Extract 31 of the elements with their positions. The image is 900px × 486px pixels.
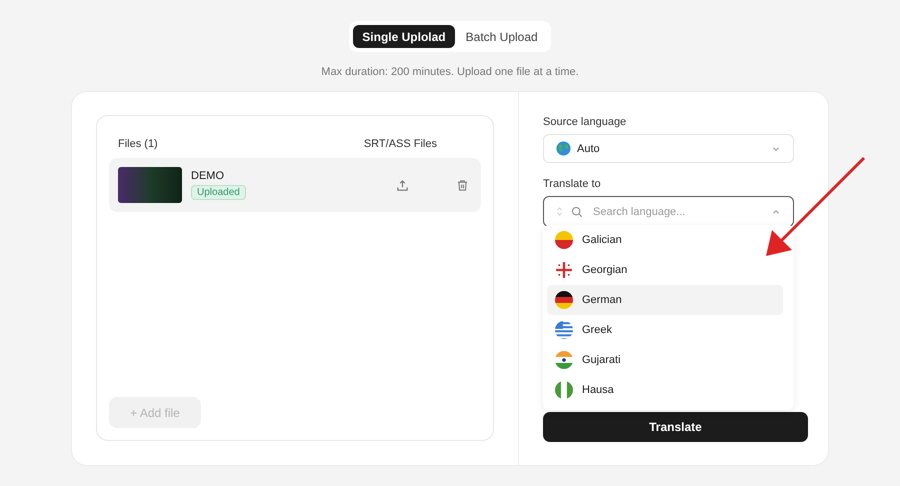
file-name: DEMO (191, 170, 225, 182)
language-option[interactable]: Galician (547, 225, 636, 255)
flag-icon (555, 351, 573, 369)
upload-mode-tab[interactable]: Batch Upload (456, 25, 547, 48)
status-badge: Uploaded (191, 185, 246, 200)
language-option[interactable]: Hausa (547, 375, 628, 405)
flag-icon (555, 261, 573, 279)
search-icon (571, 206, 583, 218)
field-label: Translate to (543, 178, 602, 190)
sort-icon (556, 206, 563, 217)
language-option[interactable]: German (547, 285, 783, 315)
flag-icon (555, 291, 573, 309)
flag-icon (555, 381, 573, 399)
upload-mode-tab[interactable]: Single Uplolad (353, 25, 455, 48)
video-thumbnail-placeholder (118, 167, 182, 203)
files-header: Files (1) (118, 138, 158, 150)
flag-icon (555, 231, 573, 249)
selected-language: Auto (577, 142, 601, 154)
language-option[interactable]: Gujarati (547, 345, 635, 375)
upload-icon[interactable] (396, 178, 409, 192)
language-option[interactable]: Greek (547, 315, 626, 345)
flag-icon (555, 321, 573, 339)
trash-icon[interactable] (456, 178, 469, 192)
globe-icon (556, 141, 571, 156)
upload-hint: Max duration: 200 minutes. Upload one file at a time. (321, 66, 579, 78)
language-search-field[interactable]: Search language... (543, 196, 794, 227)
subtitle-files-header: SRT/ASS Files (364, 138, 437, 150)
translate-button[interactable]: Translate (543, 412, 808, 442)
language-option[interactable]: Georgian (547, 255, 642, 285)
source-language-select[interactable]: Auto (543, 134, 794, 163)
field-label: Source language (543, 116, 628, 128)
